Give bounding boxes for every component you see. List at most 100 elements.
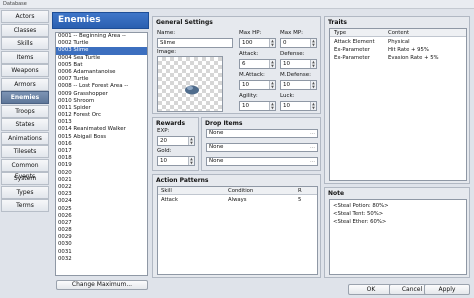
window-title: Database [3,1,27,7]
spin-arrows-icon[interactable]: ▲ ▼ [188,157,194,165]
max-hp-field[interactable]: 100 ▲ ▼ [239,38,276,48]
tab-weapons[interactable]: Weapons [1,64,49,77]
agility-field[interactable]: 10 ▲ ▼ [239,101,276,111]
list-item[interactable]: 0009 Grasshopper [56,91,147,98]
tab-troops[interactable]: Troops [1,104,49,118]
mdefense-label: M.Defense: [280,72,312,78]
list-item[interactable]: 0010 Shroom [56,98,147,105]
list-item[interactable]: 0011 Spider [56,105,147,112]
mattack-field[interactable]: 10 ▲ ▼ [239,80,276,90]
table-row[interactable]: Ex-Parameter Hit Rate + 95% [330,46,466,54]
tab-enemies[interactable]: Enemies [1,91,49,104]
agility-label: Agility: [239,93,258,99]
drop-item-2[interactable]: None… [206,143,318,152]
list-item[interactable]: 0014 Reanimated Walker [56,126,147,133]
max-mp-field[interactable]: 0 ▲ ▼ [280,38,317,48]
col-rating: R [298,188,302,194]
list-item[interactable]: 0031 [56,249,147,256]
list-item[interactable]: 0027 [56,220,147,227]
attack-field[interactable]: 6 ▲ ▼ [239,59,276,69]
exp-label: EXP: [157,128,170,134]
tab-actors[interactable]: Actors [1,10,49,23]
spin-arrows-icon[interactable]: ▲ ▼ [310,81,316,89]
tab-terms[interactable]: Terms [1,199,49,212]
spin-arrows-icon[interactable]: ▲ ▼ [269,39,275,47]
apply-button[interactable]: Apply [424,284,470,295]
tab-types[interactable]: Types [1,185,49,199]
list-item[interactable]: 0025 [56,206,147,213]
spin-arrows-icon[interactable]: ▲ ▼ [310,39,316,47]
luck-value: 10 [283,103,290,109]
tab-armors[interactable]: Armors [1,77,49,91]
list-item[interactable]: 0032 [56,256,147,263]
spin-arrows-icon[interactable]: ▲ ▼ [269,102,275,110]
tab-animations[interactable]: Animations [1,131,49,145]
table-row[interactable]: Attack Always 5 [158,196,317,204]
spin-arrows-icon[interactable]: ▲ ▼ [269,60,275,68]
list-item[interactable]: 0007 Turtle [56,76,147,83]
tab-skills[interactable]: Skills [1,37,49,50]
list-item[interactable]: 0003 Slime [56,47,147,55]
list-item[interactable]: 0020 [56,170,147,177]
col-content: Content [388,30,410,36]
drop-item-1[interactable]: None… [206,129,318,138]
list-item[interactable]: 0021 [56,177,147,184]
ok-button[interactable]: OK [348,284,394,295]
ellipsis-icon: … [310,130,315,136]
list-item[interactable]: 0019 [56,162,147,169]
list-item[interactable]: 0001 -- Beginning Area -- [56,33,147,40]
defense-label: Defense: [280,51,305,57]
traits-table[interactable]: Type Content Attack Element Physical Ex-… [329,28,467,181]
spin-arrows-icon[interactable]: ▲ ▼ [310,102,316,110]
exp-field[interactable]: 20 ▲ ▼ [157,136,195,146]
list-item[interactable]: 0013 [56,119,147,126]
tab-system[interactable]: System [1,172,49,185]
tab-items[interactable]: Items [1,50,49,64]
table-row[interactable]: Ex-Parameter Evasion Rate + 5% [330,54,466,62]
list-item[interactable]: 0005 Bat [56,62,147,69]
tab-states[interactable]: States [1,118,49,131]
name-field[interactable]: Slime [157,38,233,48]
list-item[interactable]: 0012 Forest Orc [56,112,147,119]
general-settings-title: General Settings [156,19,213,26]
list-item[interactable]: 0026 [56,213,147,220]
tab-tilesets[interactable]: Tilesets [1,145,49,158]
note-line: <Steal Tent: 50%> [333,211,384,217]
spin-arrows-icon[interactable]: ▲ ▼ [269,81,275,89]
luck-field[interactable]: 10 ▲ ▼ [280,101,317,111]
list-item[interactable]: 0024 [56,198,147,205]
window-titlebar: Database [0,0,474,9]
list-item[interactable]: 0017 [56,148,147,155]
enemy-list[interactable]: 0001 -- Beginning Area -- 0002 Turtle 0003… [55,32,148,276]
list-item[interactable]: 0029 [56,234,147,241]
note-textarea[interactable]: <Steal Potion: 80%> <Steal Tent: 50%> <S… [329,199,467,275]
spin-arrows-icon[interactable]: ▲ ▼ [310,60,316,68]
drop-items-group: Drop Items None… None… None… [201,117,321,171]
defense-field[interactable]: 10 ▲ ▼ [280,59,317,69]
list-item[interactable]: 0015 Abigail Boss [56,134,147,141]
change-maximum-button[interactable]: Change Maximum... [56,280,148,290]
tab-common-events[interactable]: Common Events [1,158,49,180]
col-condition: Condition [228,188,254,194]
enemy-image[interactable] [157,56,223,112]
tab-classes[interactable]: Classes [1,23,49,37]
list-item[interactable]: 0018 [56,155,147,162]
list-item[interactable]: 0008 -- Lost Forest Area -- [56,83,147,90]
list-item[interactable]: 0004 Sea Turtle [56,55,147,62]
mdefense-field[interactable]: 10 ▲ ▼ [280,80,317,90]
agility-value: 10 [242,103,249,109]
list-item[interactable]: 0023 [56,191,147,198]
gold-field[interactable]: 10 ▲ ▼ [157,156,195,166]
list-item[interactable]: 0028 [56,227,147,234]
list-item[interactable]: 0002 Turtle [56,40,147,47]
list-item[interactable]: 0016 [56,141,147,148]
action-patterns-table[interactable]: Skill Condition R Attack Always 5 [157,186,318,275]
drop-item-2-value: None [209,144,224,150]
max-hp-value: 100 [242,40,253,46]
table-row[interactable]: Attack Element Physical [330,38,466,46]
spin-arrows-icon[interactable]: ▲ ▼ [188,137,194,145]
list-item[interactable]: 0030 [56,241,147,248]
list-item[interactable]: 0006 Adamantanoise [56,69,147,76]
list-item[interactable]: 0022 [56,184,147,191]
drop-item-3[interactable]: None… [206,157,318,166]
